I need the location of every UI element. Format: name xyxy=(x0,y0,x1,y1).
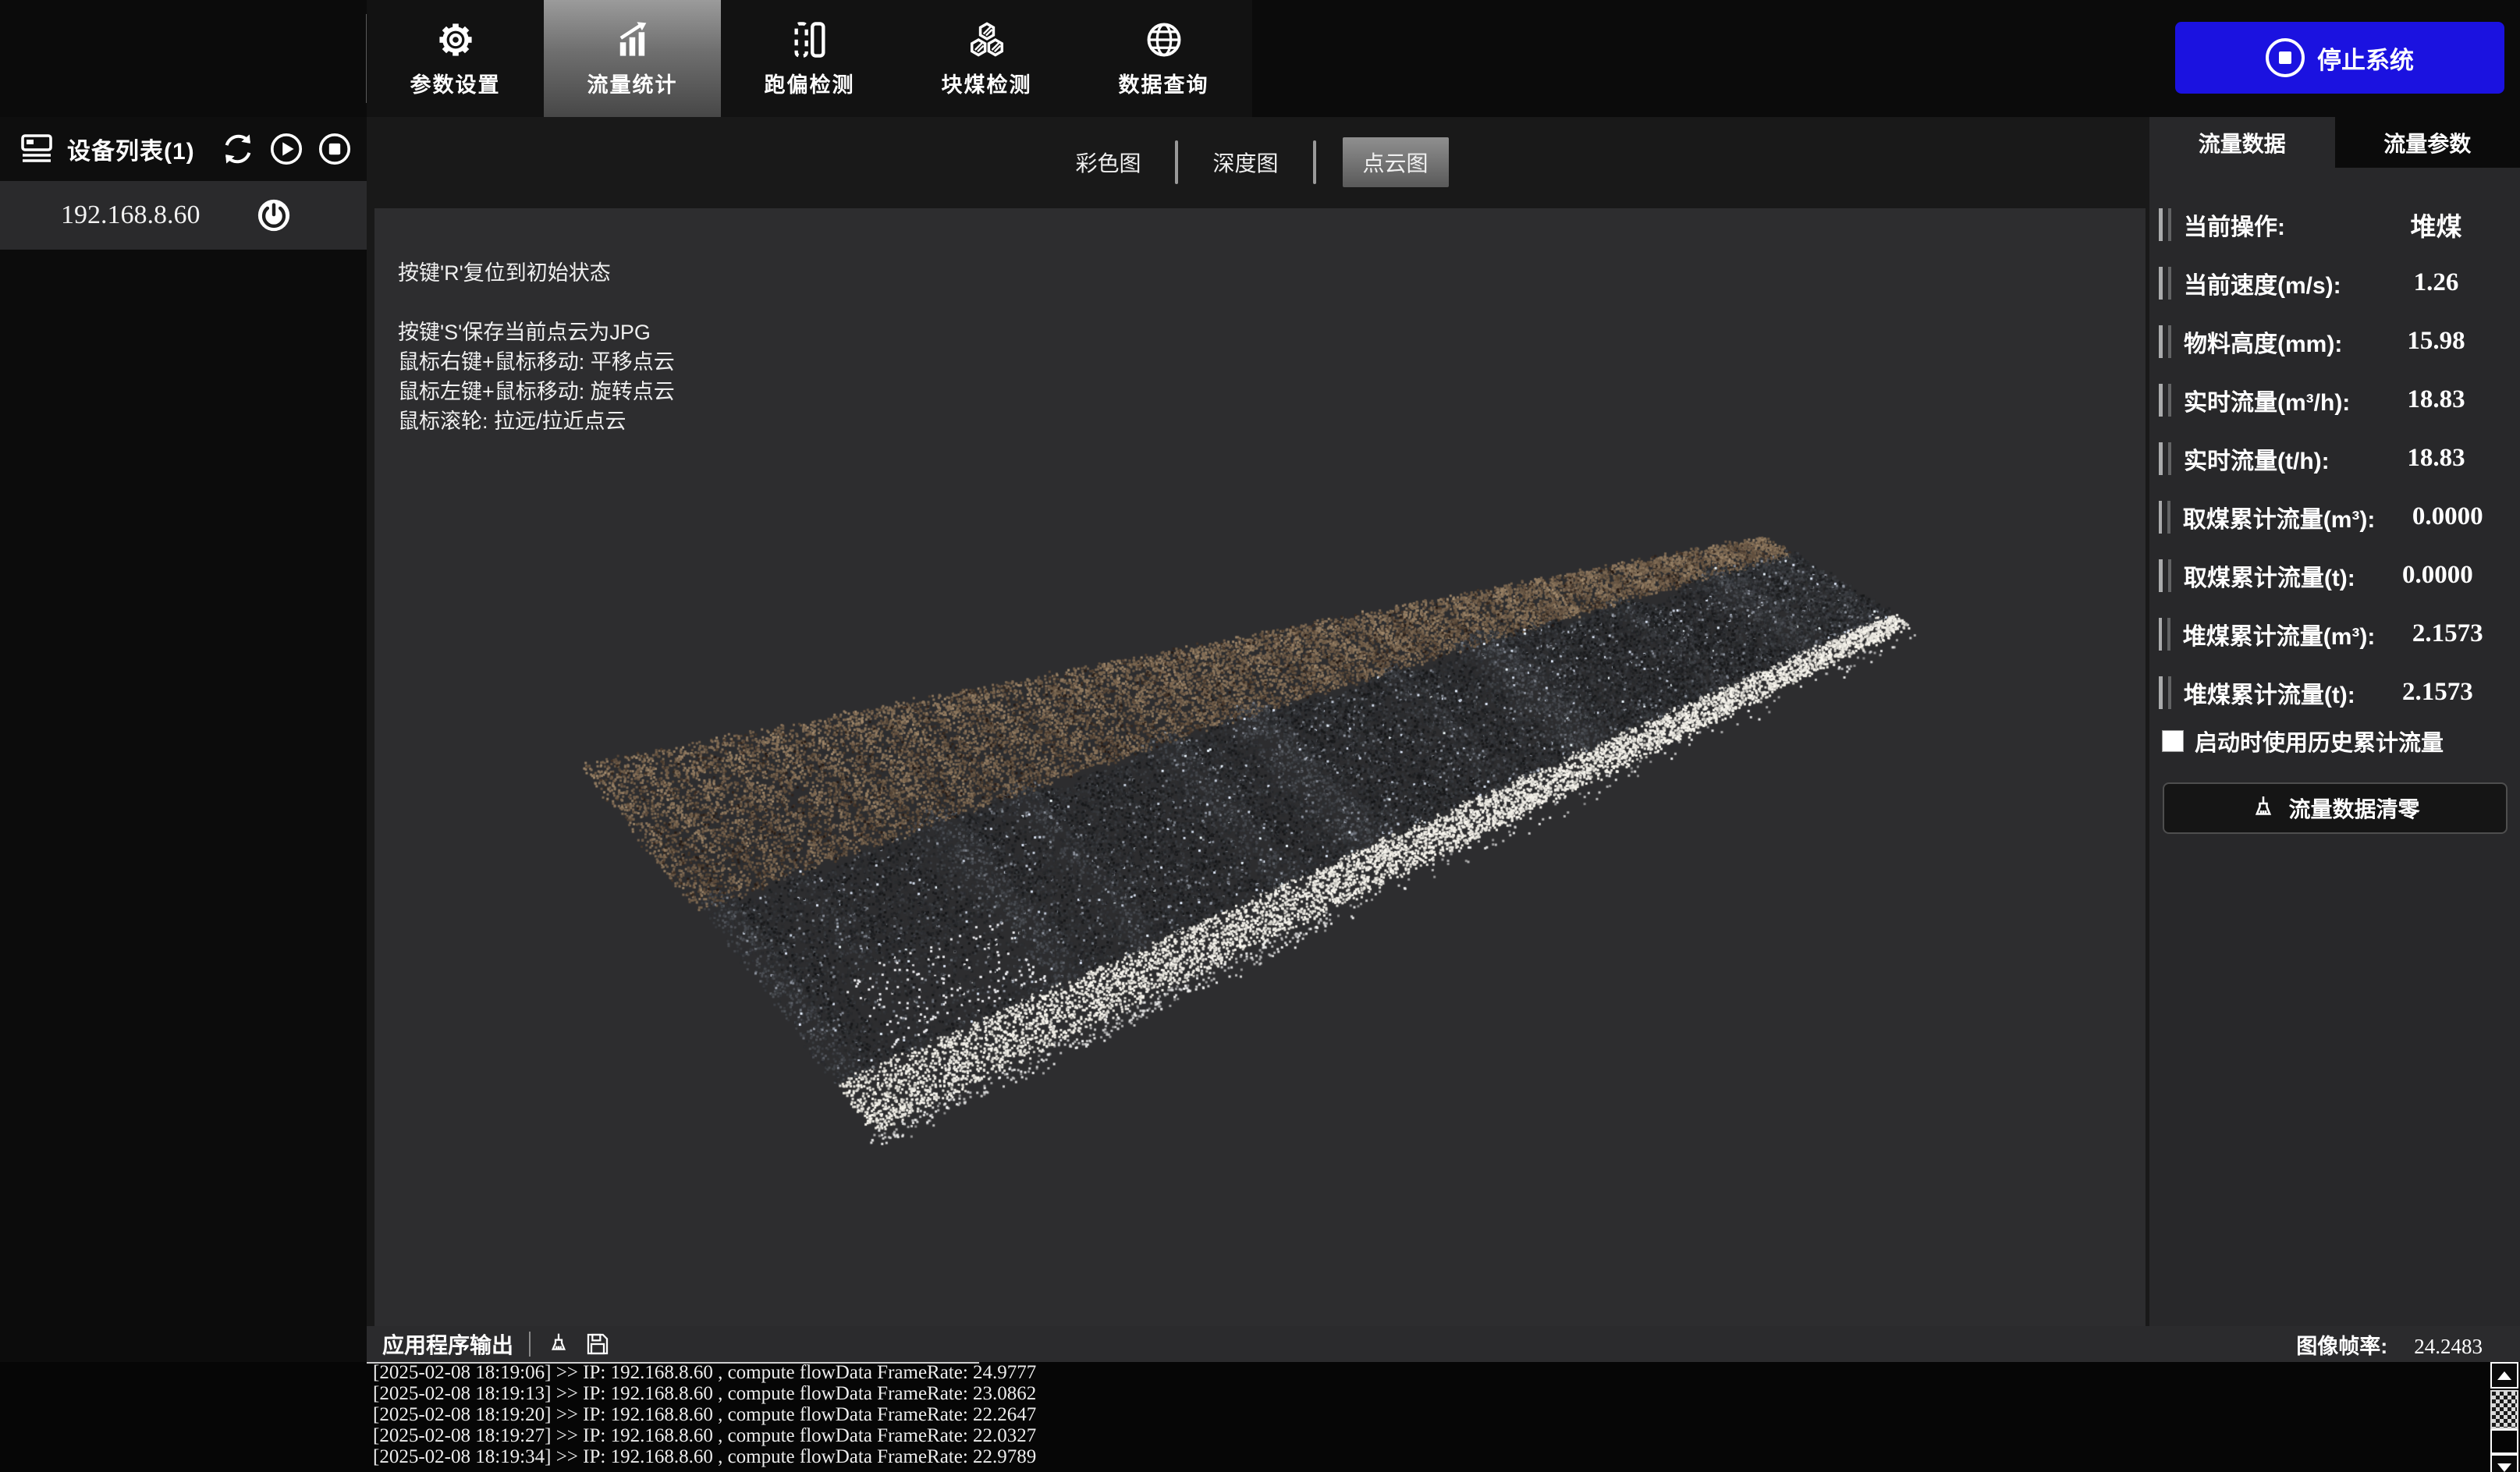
power-button[interactable] xyxy=(256,197,292,233)
device-sidebar: 设备列表(1) xyxy=(0,117,367,1362)
stop-system-label: 停止系统 xyxy=(2317,41,2414,76)
toolbar-label: 数据查询 xyxy=(1119,68,1209,98)
scroll-down-button[interactable] xyxy=(2490,1454,2518,1472)
top-toolbar: 参数设置 流量统计 跑偏检测 xyxy=(0,0,2520,117)
flow-value: 堆煤 xyxy=(2352,206,2520,243)
gear-icon xyxy=(435,20,476,60)
tab-color-map[interactable]: 彩色图 xyxy=(1067,137,1148,187)
flow-value: 0.0000 xyxy=(2355,561,2520,590)
device-list-icon xyxy=(20,133,55,165)
toolbar-button-data-query[interactable]: 数据查询 xyxy=(1075,0,1252,117)
refresh-devices-button[interactable] xyxy=(220,131,256,167)
toolbar-label: 跑偏检测 xyxy=(765,68,855,98)
deviation-icon xyxy=(790,20,830,60)
clear-flow-data-label: 流量数据清零 xyxy=(2288,793,2419,824)
instruction-line: 鼠标右键+鼠标移动: 平移点云 xyxy=(398,347,675,377)
scroll-up-button[interactable] xyxy=(2490,1362,2518,1389)
point-cloud-viewport[interactable]: 按键'R'复位到初始状态 按键'S'保存当前点云为JPG 鼠标右键+鼠标移动: … xyxy=(374,208,2146,1326)
image-framerate-value: 24.2483 xyxy=(2414,1335,2483,1359)
flow-row-current-speed: 当前速度(m/s): 1.26 xyxy=(2149,254,2520,312)
flow-value: 18.83 xyxy=(2352,444,2520,473)
instruction-line: 按键'R'复位到初始状态 xyxy=(398,258,675,288)
log-line: [2025-02-08 18:19:20] >> IP: 192.168.8.6… xyxy=(373,1404,2520,1425)
flow-row-reclaim-total-m3: 取煤累计流量(m³): 0.0000 xyxy=(2149,488,2520,546)
flow-value: 1.26 xyxy=(2352,268,2520,297)
flow-data-rows: 当前操作: 堆煤 当前速度(m/s): 1.26 物料高度(mm): 15.98… xyxy=(2149,195,2520,722)
flow-value: 15.98 xyxy=(2352,327,2520,356)
statusbar-divider xyxy=(529,1332,531,1357)
flow-row-current-operation: 当前操作: 堆煤 xyxy=(2149,195,2520,254)
toolbar-button-coal-detect[interactable]: 块煤检测 xyxy=(898,0,1075,117)
device-list-title: 设备列表(1) xyxy=(67,132,195,166)
device-row[interactable]: 192.168.8.60 xyxy=(0,181,367,250)
start-device-button[interactable] xyxy=(268,131,304,167)
flow-row-realtime-flow-m3h: 实时流量(m³/h): 18.83 xyxy=(2149,371,2520,429)
viewport-instructions: 按键'R'复位到初始状态 按键'S'保存当前点云为JPG 鼠标右键+鼠标移动: … xyxy=(398,258,675,436)
toolbar-button-flow-stats[interactable]: 流量统计 xyxy=(544,0,721,117)
stop-circle-icon xyxy=(2266,38,2305,77)
toolbar-label: 参数设置 xyxy=(410,68,501,98)
log-top-divider xyxy=(367,1362,979,1364)
instruction-line: 鼠标滚轮: 拉远/拉近点云 xyxy=(398,406,675,436)
image-framerate: 图像帧率: 24.2483 xyxy=(2296,1329,2520,1360)
tab-separator xyxy=(1313,140,1316,184)
main-content: 彩色图 深度图 点云图 按键'R'复位到初始状态 按键'S'保存当前点云为JPG… xyxy=(367,117,2149,1326)
instruction-gap xyxy=(398,288,675,317)
instruction-line: 鼠标左键+鼠标移动: 旋转点云 xyxy=(398,377,675,406)
flow-row-reclaim-total-t: 取煤累计流量(t): 0.0000 xyxy=(2149,546,2520,605)
log-line: [2025-02-08 18:19:13] >> IP: 192.168.8.6… xyxy=(373,1383,2520,1404)
log-scrollbar[interactable] xyxy=(2490,1362,2518,1472)
tab-depth-map[interactable]: 深度图 xyxy=(1205,137,1286,187)
stop-system-button[interactable]: 停止系统 xyxy=(2175,22,2504,94)
view-tab-bar: 彩色图 深度图 点云图 xyxy=(367,137,2149,187)
toolbar-button-deviation[interactable]: 跑偏检测 xyxy=(721,0,898,117)
flow-row-stack-total-t: 堆煤累计流量(t): 2.1573 xyxy=(2149,663,2520,722)
instruction-line: 按键'S'保存当前点云为JPG xyxy=(398,317,675,347)
device-list-actions xyxy=(220,131,367,167)
device-list-header: 设备列表(1) xyxy=(0,117,367,181)
toolbar-label: 流量统计 xyxy=(587,68,678,98)
flow-value: 2.1573 xyxy=(2355,678,2520,707)
tab-flow-params[interactable]: 流量参数 xyxy=(2335,117,2520,168)
flow-row-realtime-flow-th: 实时流量(t/h): 18.83 xyxy=(2149,429,2520,488)
brush-icon xyxy=(2249,794,2277,822)
tab-point-cloud[interactable]: 点云图 xyxy=(1343,137,1449,187)
output-statusbar: 应用程序输出 图像帧率: 24.2483 xyxy=(367,1326,2520,1362)
flow-data-panel: 流量数据 流量参数 当前操作: 堆煤 当前速度(m/s): 1.26 物料高度(… xyxy=(2149,117,2520,1326)
globe-icon xyxy=(1144,20,1184,60)
flow-row-stack-total-m3: 堆煤累计流量(m³): 2.1573 xyxy=(2149,605,2520,663)
coal-lumps-icon xyxy=(967,20,1007,60)
tab-flow-data[interactable]: 流量数据 xyxy=(2149,117,2335,168)
stop-device-button[interactable] xyxy=(317,131,353,167)
flow-row-material-height: 物料高度(mm): 15.98 xyxy=(2149,312,2520,371)
history-flow-checkbox[interactable] xyxy=(2162,730,2184,752)
log-line: [2025-02-08 18:19:34] >> IP: 192.168.8.6… xyxy=(373,1446,2520,1467)
flow-panel-tabs: 流量数据 流量参数 xyxy=(2149,117,2520,168)
flow-value: 18.83 xyxy=(2352,385,2520,414)
image-framerate-label: 图像帧率: xyxy=(2296,1329,2387,1360)
log-line: [2025-02-08 18:19:06] >> IP: 192.168.8.6… xyxy=(373,1362,2520,1383)
toolbar-label: 块煤检测 xyxy=(942,68,1032,98)
tab-separator xyxy=(1175,140,1178,184)
flow-value: 0.0000 xyxy=(2375,502,2520,531)
history-flow-checkbox-row[interactable]: 启动时使用历史累计流量 xyxy=(2149,722,2520,761)
device-ip: 192.168.8.60 xyxy=(61,200,201,230)
scrollbar-track-box xyxy=(2490,1429,2518,1454)
flow-chart-icon xyxy=(612,20,653,60)
application-output-log[interactable]: [2025-02-08 18:19:06] >> IP: 192.168.8.6… xyxy=(0,1362,2520,1472)
flow-value: 2.1573 xyxy=(2375,619,2520,648)
history-flow-checkbox-label: 启动时使用历史累计流量 xyxy=(2195,725,2444,757)
toolbar-button-settings[interactable]: 参数设置 xyxy=(367,0,544,117)
output-title: 应用程序输出 xyxy=(382,1328,513,1360)
clear-log-brush-icon[interactable] xyxy=(546,1332,571,1357)
scrollbar-thumb[interactable] xyxy=(2490,1390,2518,1429)
log-line: [2025-02-08 18:19:27] >> IP: 192.168.8.6… xyxy=(373,1425,2520,1446)
clear-flow-data-button[interactable]: 流量数据清零 xyxy=(2163,782,2508,834)
application-window: 参数设置 流量统计 跑偏检测 xyxy=(0,0,2520,1472)
save-log-floppy-icon[interactable] xyxy=(585,1332,610,1357)
